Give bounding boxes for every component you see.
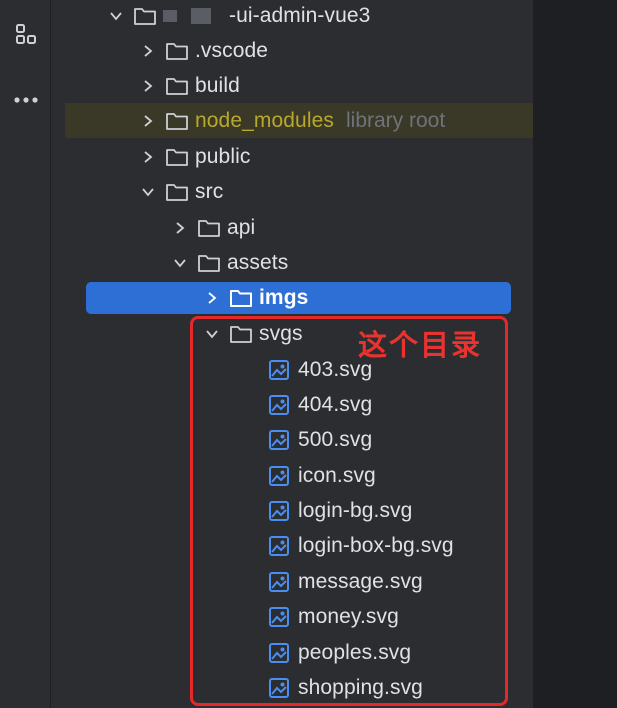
tree-row-assets[interactable]: assets bbox=[51, 245, 533, 280]
library-root-hint: library root bbox=[345, 108, 446, 132]
chevron-right-icon[interactable] bbox=[141, 114, 155, 128]
redacted-block bbox=[191, 7, 211, 24]
folder-label: build bbox=[195, 73, 240, 97]
folder-label: imgs bbox=[259, 286, 309, 309]
chevron-right-icon[interactable] bbox=[141, 79, 155, 93]
chevron-right-icon[interactable] bbox=[141, 44, 155, 58]
folder-icon bbox=[165, 111, 189, 131]
folder-label: .vscode bbox=[195, 38, 269, 62]
chevron-down-icon[interactable] bbox=[109, 9, 123, 23]
structure-icon[interactable] bbox=[10, 18, 42, 50]
redacted-block bbox=[163, 9, 177, 22]
editor-area bbox=[533, 0, 617, 708]
folder-label: src bbox=[195, 179, 224, 203]
folder-label: node_modules bbox=[195, 108, 334, 132]
folder-label: assets bbox=[227, 250, 289, 274]
tree-row-build[interactable]: build bbox=[51, 68, 533, 103]
chevron-right-icon[interactable] bbox=[173, 221, 187, 235]
folder-icon bbox=[165, 147, 189, 167]
folder-label: api bbox=[227, 215, 256, 239]
chevron-down-icon[interactable] bbox=[141, 185, 155, 199]
tree-row-public[interactable]: public bbox=[51, 139, 533, 174]
folder-icon bbox=[165, 41, 189, 61]
tree-row-imgs[interactable]: imgs bbox=[86, 282, 511, 314]
chevron-right-icon[interactable] bbox=[205, 291, 219, 305]
annotation-box bbox=[190, 316, 508, 706]
folder-icon bbox=[197, 218, 221, 238]
tool-window-strip bbox=[0, 0, 51, 708]
folder-icon bbox=[229, 288, 253, 308]
folder-icon bbox=[133, 6, 157, 26]
folder-icon bbox=[197, 253, 221, 273]
tree-row-node-modules[interactable]: node_modules library root bbox=[65, 103, 533, 138]
root-folder-label: -ui-admin-vue3 bbox=[229, 3, 371, 27]
more-icon[interactable] bbox=[10, 84, 42, 116]
folder-icon bbox=[165, 182, 189, 202]
tree-row-api[interactable]: api bbox=[51, 210, 533, 245]
tree-row-src[interactable]: src bbox=[51, 174, 533, 209]
chevron-right-icon[interactable] bbox=[141, 150, 155, 164]
tree-row-vscode[interactable]: .vscode bbox=[51, 33, 533, 68]
folder-icon bbox=[165, 76, 189, 96]
annotation-text: 这个目录 bbox=[358, 328, 483, 362]
tree-row-root[interactable]: -ui-admin-vue3 bbox=[51, 0, 533, 33]
folder-label: public bbox=[195, 144, 251, 168]
chevron-down-icon[interactable] bbox=[173, 256, 187, 270]
